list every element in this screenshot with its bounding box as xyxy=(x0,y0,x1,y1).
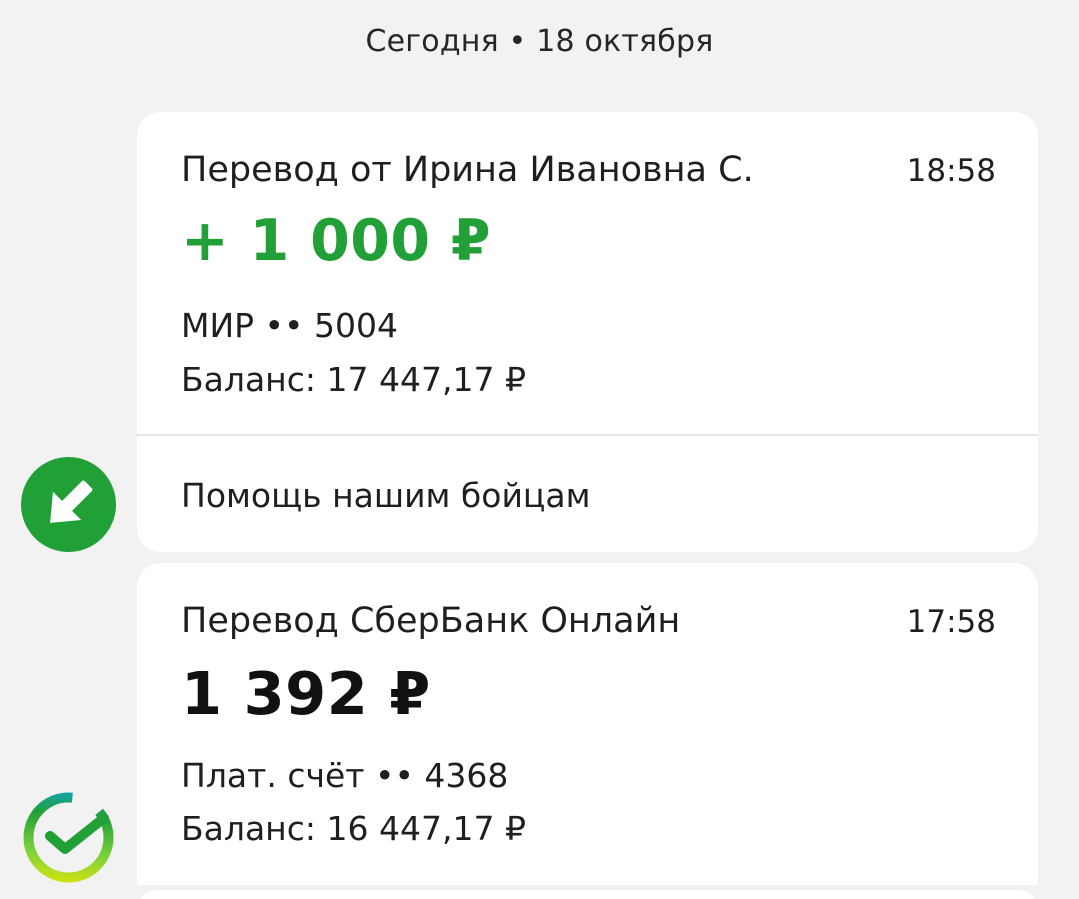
divider xyxy=(137,434,1038,436)
transaction-balance: Баланс: 17 447,17 ₽ xyxy=(181,360,526,399)
incoming-arrow-icon xyxy=(21,457,116,552)
transaction-balance: Баланс: 16 447,17 ₽ xyxy=(181,809,526,848)
transaction-account: Плат. счёт •• 4368 xyxy=(181,756,509,795)
transaction-header: Перевод СберБанк Онлайн 17:58 xyxy=(181,601,996,641)
transaction-message: Помощь нашим бойцам xyxy=(181,476,591,515)
transaction-amount: + 1 000 ₽ xyxy=(181,208,492,274)
date-header: Сегодня • 18 октября xyxy=(365,24,714,59)
transaction-title: Перевод СберБанк Онлайн xyxy=(181,601,681,641)
transaction-header: Перевод от Ирина Ивановна С. 18:58 xyxy=(181,150,996,190)
transaction-time: 18:58 xyxy=(906,153,996,189)
transaction-account: МИР •• 5004 xyxy=(181,306,398,345)
transaction-card-outgoing[interactable]: Перевод СберБанк Онлайн 17:58 1 392 ₽ Пл… xyxy=(137,563,1038,885)
transaction-card-next[interactable] xyxy=(137,890,1038,899)
sberbank-logo-icon xyxy=(20,789,117,886)
transaction-card-incoming[interactable]: Перевод от Ирина Ивановна С. 18:58 + 1 0… xyxy=(137,112,1038,552)
transaction-time: 17:58 xyxy=(906,604,996,640)
transaction-amount: 1 392 ₽ xyxy=(181,659,431,728)
transaction-title: Перевод от Ирина Ивановна С. xyxy=(181,150,754,190)
transaction-history: Сегодня • 18 октября Перевод от Ирина Ив… xyxy=(0,0,1079,899)
